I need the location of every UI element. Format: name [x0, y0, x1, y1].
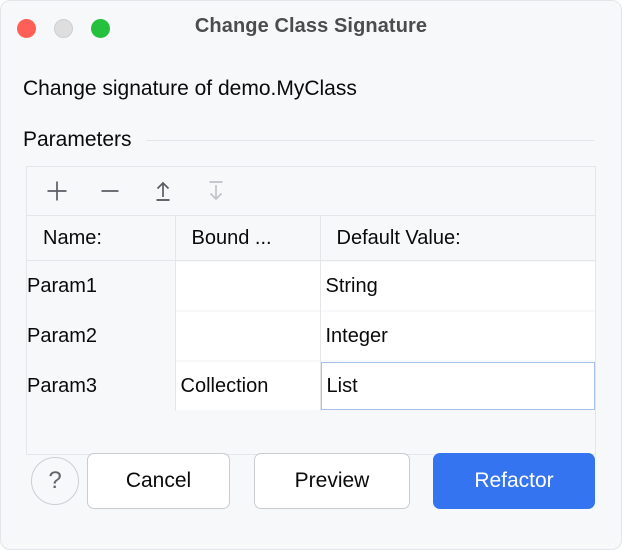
parameters-toolbar — [27, 167, 595, 216]
parameters-panel: Name: Bound ... Default Value: Param1 St… — [26, 166, 596, 455]
cell-bound[interactable] — [175, 311, 320, 361]
cell-default-value-text[interactable]: String — [321, 262, 596, 310]
table-row[interactable]: Param3 Collection List — [27, 361, 595, 411]
cell-default-value[interactable]: Integer — [320, 311, 595, 361]
parameters-section-header: Parameters — [23, 125, 594, 155]
parameters-table: Name: Bound ... Default Value: Param1 St… — [27, 216, 595, 411]
cell-bound[interactable]: Collection — [175, 361, 320, 411]
parameters-label: Parameters — [23, 128, 132, 152]
cell-bound[interactable] — [175, 261, 320, 312]
cell-default-value[interactable]: String — [320, 261, 595, 312]
dialog-footer: ? Cancel Preview Refactor — [1, 453, 621, 549]
cell-name[interactable]: Param2 — [27, 311, 175, 361]
move-parameter-up-icon[interactable] — [147, 175, 179, 207]
move-parameter-down-icon — [200, 175, 232, 207]
cell-default-value-text[interactable]: Integer — [321, 312, 596, 360]
table-header-row: Name: Bound ... Default Value: — [27, 216, 595, 261]
cell-bound-value[interactable] — [176, 262, 320, 310]
cell-name[interactable]: Param1 — [27, 261, 175, 312]
column-header-name[interactable]: Name: — [27, 216, 175, 261]
preview-button[interactable]: Preview — [254, 453, 410, 509]
column-header-default-value[interactable]: Default Value: — [320, 216, 595, 261]
cell-default-value-input[interactable]: List — [321, 362, 596, 410]
cell-bound-value[interactable] — [176, 312, 320, 360]
cell-name[interactable]: Param3 — [27, 361, 175, 411]
add-parameter-button[interactable] — [41, 175, 73, 207]
help-button[interactable]: ? — [31, 457, 79, 505]
change-class-signature-dialog: Change Class Signature Change signature … — [0, 0, 622, 550]
window-title: Change Class Signature — [1, 15, 621, 38]
section-divider — [146, 140, 594, 141]
table-row[interactable]: Param1 String — [27, 261, 595, 312]
cell-bound-value[interactable]: Collection — [176, 362, 320, 410]
cell-default-value[interactable]: List — [320, 361, 595, 411]
cancel-button[interactable]: Cancel — [87, 453, 230, 509]
column-header-bound[interactable]: Bound ... — [175, 216, 320, 261]
dialog-subtitle: Change signature of demo.MyClass — [23, 77, 357, 101]
remove-parameter-button[interactable] — [94, 175, 126, 207]
title-bar: Change Class Signature — [1, 1, 621, 59]
refactor-button[interactable]: Refactor — [433, 453, 595, 509]
table-row[interactable]: Param2 Integer — [27, 311, 595, 361]
